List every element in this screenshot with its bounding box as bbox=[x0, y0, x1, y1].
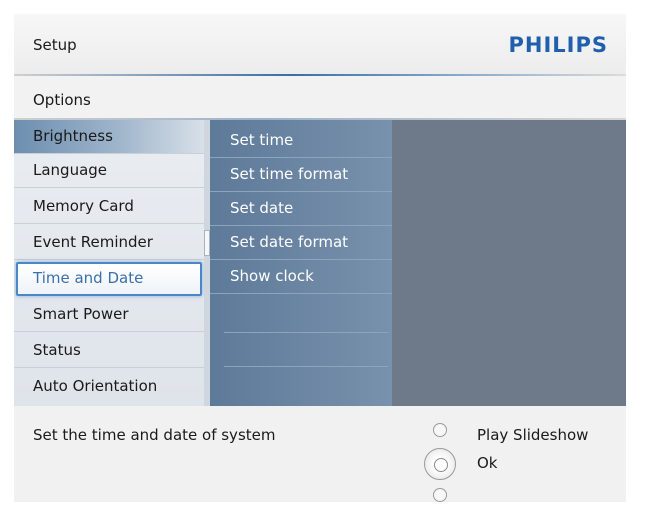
options-label: Options bbox=[33, 91, 91, 109]
sub-menu: Set time Set time format Set date Set da… bbox=[210, 120, 392, 406]
submenu-divider bbox=[224, 332, 388, 333]
content-area: Brightness Language Memory Card Event Re… bbox=[14, 120, 626, 406]
submenu-item-set-time-format[interactable]: Set time format bbox=[210, 156, 392, 192]
submenu-item-show-clock[interactable]: Show clock bbox=[210, 258, 392, 294]
menu-item-brightness[interactable]: Brightness bbox=[14, 120, 204, 154]
menu-item-time-and-date[interactable]: Time and Date bbox=[16, 262, 202, 296]
submenu-divider bbox=[224, 366, 388, 367]
menu-item-smart-power[interactable]: Smart Power bbox=[14, 298, 204, 332]
menu-item-auto-orientation[interactable]: Auto Orientation bbox=[14, 370, 204, 404]
nav-up-icon bbox=[433, 423, 447, 437]
header: Setup PHILIPS bbox=[14, 14, 626, 76]
play-slideshow-label: Play Slideshow bbox=[477, 426, 589, 444]
ok-label: Ok bbox=[477, 454, 498, 472]
navigation-pad bbox=[424, 420, 464, 502]
options-bar: Options bbox=[14, 76, 626, 120]
menu-item-language[interactable]: Language bbox=[14, 154, 204, 188]
setup-screen: Setup PHILIPS Options Brightness Languag… bbox=[14, 14, 626, 502]
nav-down-icon bbox=[433, 488, 447, 502]
menu-item-memory-card[interactable]: Memory Card bbox=[14, 190, 204, 224]
left-menu: Brightness Language Memory Card Event Re… bbox=[14, 120, 204, 406]
help-text: Set the time and date of system bbox=[33, 426, 276, 444]
page-title: Setup bbox=[33, 36, 77, 54]
ok-button-icon bbox=[424, 448, 456, 480]
menu-item-status[interactable]: Status bbox=[14, 334, 204, 368]
submenu-item-set-time[interactable]: Set time bbox=[210, 122, 392, 158]
submenu-item-set-date-format[interactable]: Set date format bbox=[210, 224, 392, 260]
submenu-item-set-date[interactable]: Set date bbox=[210, 190, 392, 226]
footer: Set the time and date of system Play Sli… bbox=[14, 406, 626, 502]
menu-item-event-reminder[interactable]: Event Reminder bbox=[14, 226, 204, 260]
brand-logo: PHILIPS bbox=[508, 33, 608, 57]
